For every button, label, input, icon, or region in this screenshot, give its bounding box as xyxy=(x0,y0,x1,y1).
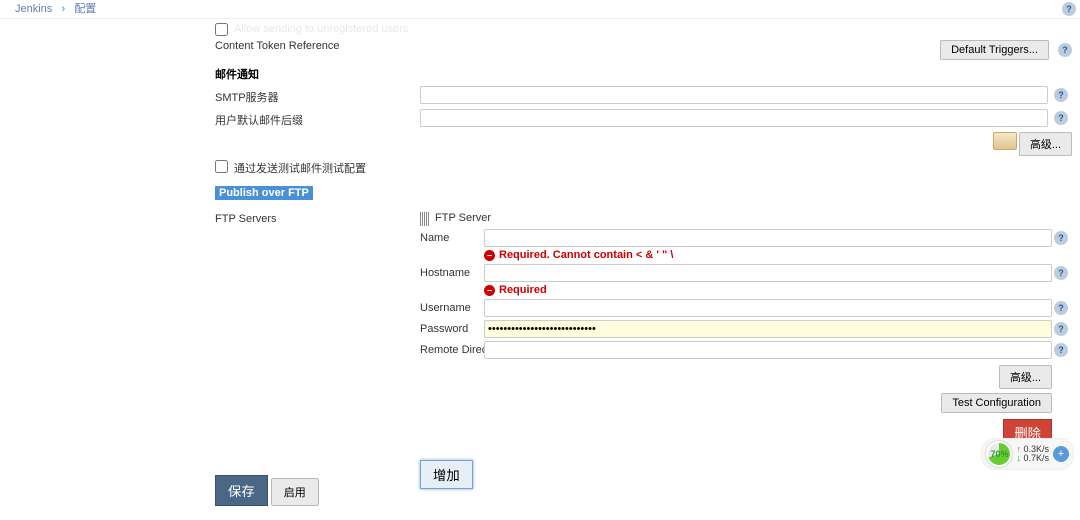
mail-advanced-button[interactable]: 高级... xyxy=(1019,132,1072,156)
help-icon[interactable]: ? xyxy=(1054,343,1068,357)
ftp-host-input[interactable] xyxy=(484,264,1052,282)
ftp-advanced-button[interactable]: 高级... xyxy=(999,365,1052,389)
ftp-host-label: Hostname xyxy=(420,264,484,296)
content-token-label: Content Token Reference xyxy=(215,40,340,52)
ftp-server-label: FTP Server xyxy=(435,212,491,224)
suffix-input[interactable] xyxy=(420,109,1048,127)
ftp-name-error: –Required. Cannot contain < & ' " \ xyxy=(484,249,1052,261)
network-rates: ↑ 0.3K/s ↓ 0.7K/s xyxy=(1016,445,1049,463)
ftp-user-input[interactable] xyxy=(484,299,1052,317)
smtp-input[interactable] xyxy=(420,86,1048,104)
ftp-host-error: –Required xyxy=(484,284,1052,296)
server-icon xyxy=(993,132,1017,150)
help-icon[interactable]: ? xyxy=(1054,266,1068,280)
breadcrumb: Jenkins › 配置 xyxy=(0,0,1080,19)
suffix-label: 用户默认邮件后缀 xyxy=(215,109,420,128)
mail-section-heading: 邮件通知 xyxy=(215,66,1072,82)
action-bar: 保存 启用 xyxy=(215,475,319,506)
expand-icon[interactable]: + xyxy=(1053,446,1069,462)
progress-donut: 70% xyxy=(986,441,1012,467)
ftp-pass-input[interactable] xyxy=(484,320,1052,338)
allow-unregistered-checkbox[interactable] xyxy=(215,23,228,36)
error-icon: – xyxy=(484,250,495,261)
help-icon[interactable]: ? xyxy=(1054,231,1068,245)
help-icon[interactable]: ? xyxy=(1062,2,1076,16)
ftp-servers-label: FTP Servers xyxy=(215,210,420,225)
ftp-name-label: Name xyxy=(420,229,484,261)
ftp-user-label: Username xyxy=(420,299,484,317)
apply-button[interactable]: 启用 xyxy=(271,478,319,506)
ftp-remote-input[interactable] xyxy=(484,341,1052,359)
allow-unregistered-label: Allow sending to unregistered users xyxy=(234,23,408,35)
help-icon[interactable]: ? xyxy=(1054,111,1068,125)
help-icon[interactable]: ? xyxy=(1054,88,1068,102)
default-triggers-button[interactable]: Default Triggers... xyxy=(940,40,1049,60)
add-button[interactable]: 增加 xyxy=(420,460,473,489)
smtp-label: SMTP服务器 xyxy=(215,86,420,105)
test-mail-label: 通过发送测试邮件测试配置 xyxy=(234,160,366,176)
help-icon[interactable]: ? xyxy=(1054,322,1068,336)
crumb-jenkins[interactable]: Jenkins xyxy=(15,3,52,15)
crumb-config[interactable]: 配置 xyxy=(74,3,96,15)
test-mail-checkbox[interactable] xyxy=(215,160,228,173)
save-button[interactable]: 保存 xyxy=(215,475,268,506)
error-icon: – xyxy=(484,285,495,296)
ftp-pass-label: Password xyxy=(420,320,484,338)
help-icon[interactable]: ? xyxy=(1058,43,1072,57)
publish-ftp-heading: Publish over FTP xyxy=(215,186,313,200)
test-configuration-button[interactable]: Test Configuration xyxy=(941,393,1052,413)
ftp-name-input[interactable] xyxy=(484,229,1052,247)
help-icon[interactable]: ? xyxy=(1054,301,1068,315)
network-status-widget[interactable]: 70% ↑ 0.3K/s ↓ 0.7K/s + xyxy=(981,438,1074,470)
drag-handle-icon[interactable] xyxy=(420,212,430,226)
crumb-sep: › xyxy=(61,3,65,15)
